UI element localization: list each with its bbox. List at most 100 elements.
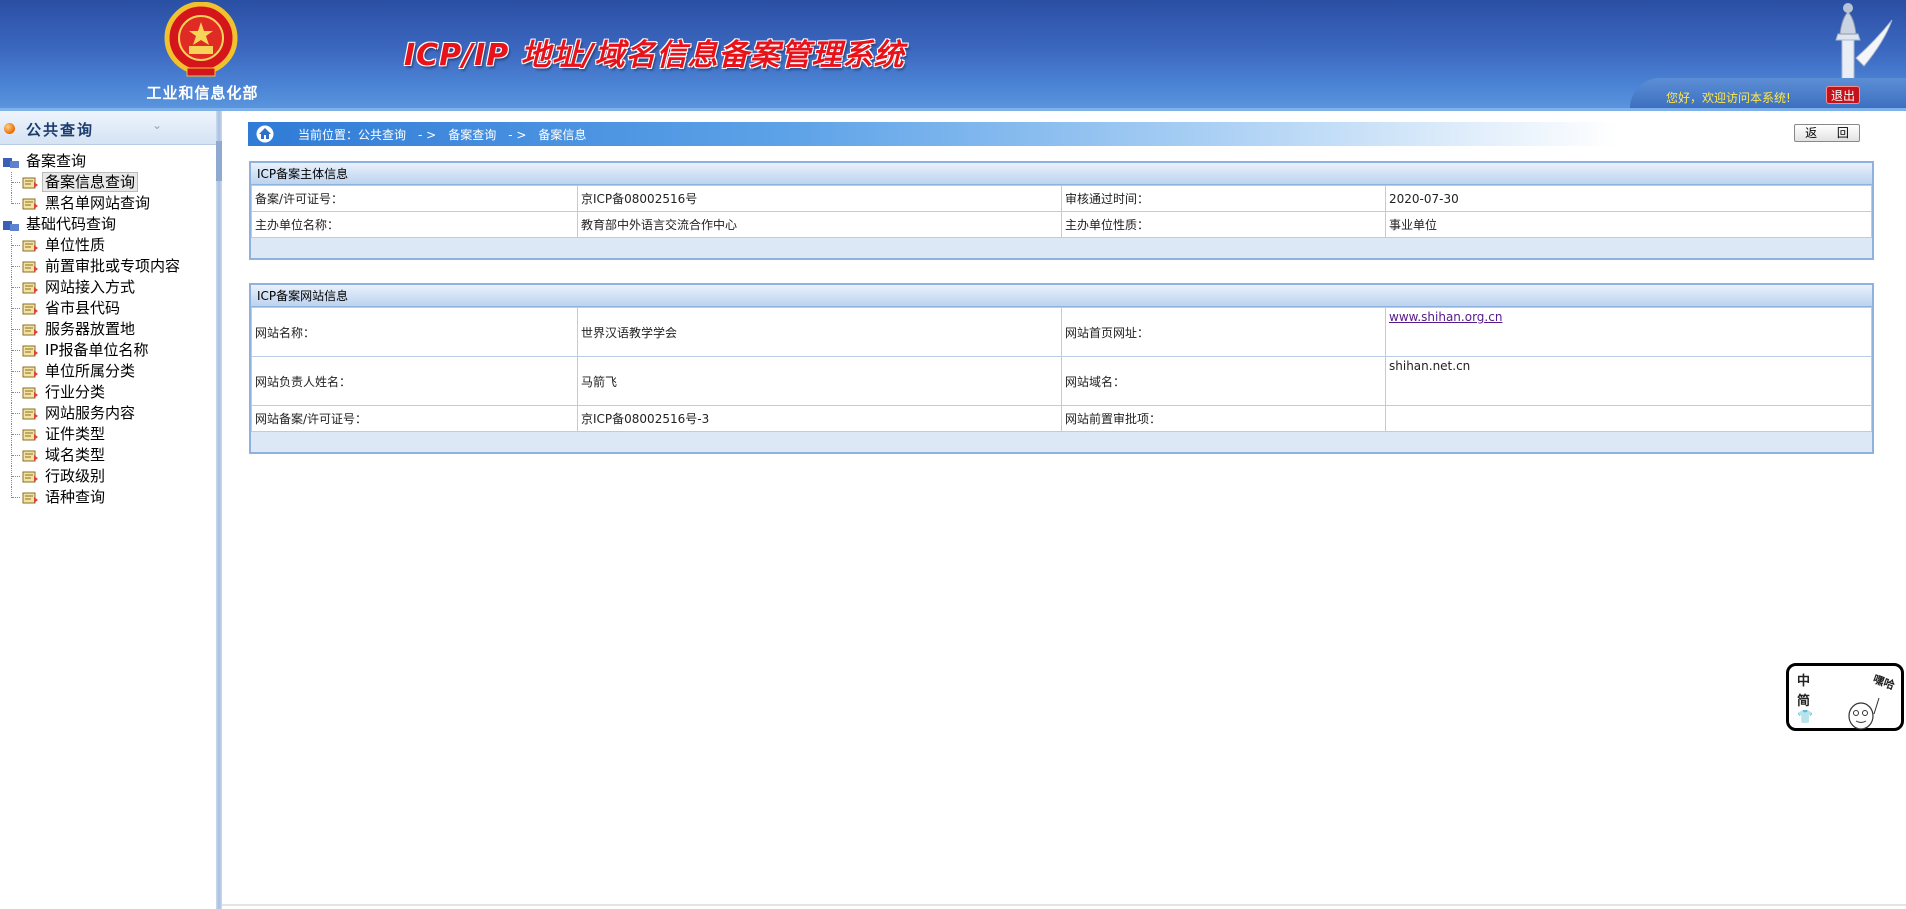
- field-label: 主办单位名称：: [251, 211, 578, 238]
- tree-item-ip-report-unit[interactable]: IP报备单位名称: [0, 340, 216, 361]
- widget-say-text: 嘿哈: [1871, 672, 1897, 693]
- tree-item-access-method[interactable]: 网站接入方式: [0, 277, 216, 298]
- field-value: 马箭飞: [577, 356, 1062, 406]
- tree-label: 省市县代码: [45, 299, 121, 317]
- tree-item-id-type[interactable]: 证件类型: [0, 424, 216, 445]
- tree-label: 语种查询: [45, 488, 106, 506]
- table-row: 主办单位名称： 教育部中外语言交流合作中心 主办单位性质： 事业单位: [251, 211, 1872, 238]
- folder-icon: [3, 221, 19, 231]
- document-icon: [22, 303, 38, 315]
- tree-folder-filing-query[interactable]: 备案查询: [0, 151, 216, 172]
- tree-label: 网站服务内容: [45, 404, 136, 422]
- field-value: 京ICP备08002516号: [577, 185, 1062, 212]
- table-row: 网站名称： 世界汉语教学学会 网站首页网址： www.shihan.org.cn: [251, 307, 1872, 357]
- tree-label: 行政级别: [45, 467, 106, 485]
- language-widget[interactable]: 中 简 👕 嘿哈: [1786, 663, 1904, 731]
- document-icon: [22, 261, 38, 273]
- tree-label: 单位性质: [45, 236, 106, 254]
- ministry-name: 工业和信息化部: [146, 84, 259, 102]
- tree-label: 域名类型: [45, 446, 106, 464]
- header-banner: 工业和信息化部 ICP/IP 地址/域名信息备案管理系统 您好，欢迎访问本系统!…: [0, 0, 1906, 111]
- field-label: 网站首页网址：: [1061, 307, 1386, 357]
- field-label: 备案/许可证号：: [251, 185, 578, 212]
- field-value: shihan.net.cn: [1385, 356, 1872, 406]
- field-value: 京ICP备08002516号-3: [577, 405, 1062, 432]
- tree-item-server-location[interactable]: 服务器放置地: [0, 319, 216, 340]
- sidebar: 公共查询 ⌄ 备案查询 备案信息查询 黑名单网站查询 基础代码查询 单位性质 前…: [0, 111, 216, 909]
- national-emblem-icon: [164, 2, 238, 77]
- tree-label: 基础代码查询: [26, 215, 117, 233]
- tree-item-domain-type[interactable]: 域名类型: [0, 445, 216, 466]
- document-icon: [22, 408, 38, 420]
- tree-label: 黑名单网站查询: [45, 194, 151, 212]
- field-value: 世界汉语教学学会: [577, 307, 1062, 357]
- tree-label: 单位所属分类: [45, 362, 136, 380]
- tree-item-blacklist-query[interactable]: 黑名单网站查询: [0, 193, 216, 214]
- field-label: 审核通过时间：: [1061, 185, 1386, 212]
- tree-label: 前置审批或专项内容: [45, 257, 181, 275]
- field-label: 网站域名：: [1061, 356, 1386, 406]
- chevron-down-icon[interactable]: ⌄: [152, 118, 168, 134]
- tree-item-unit-category[interactable]: 单位所属分类: [0, 361, 216, 382]
- nav-tree: 备案查询 备案信息查询 黑名单网站查询 基础代码查询 单位性质 前置审批或专项内…: [0, 151, 216, 508]
- document-icon: [22, 324, 38, 336]
- breadcrumb: 当前位置：公共查询 - > 备案查询 - > 备案信息: [248, 122, 1618, 146]
- bottom-divider: [222, 904, 1906, 906]
- system-title: ICP/IP 地址/域名信息备案管理系统: [404, 38, 905, 73]
- widget-zh-label[interactable]: 中: [1797, 670, 1810, 689]
- shirt-icon[interactable]: 👕: [1797, 710, 1813, 725]
- tree-item-pre-approval[interactable]: 前置审批或专项内容: [0, 256, 216, 277]
- subject-table: 备案/许可证号： 京ICP备08002516号 审核通过时间： 2020-07-…: [251, 185, 1872, 238]
- tree-label: 服务器放置地: [45, 320, 136, 338]
- main-content: 当前位置：公共查询 - > 备案查询 - > 备案信息 返 回 ICP备案主体信…: [222, 111, 1906, 909]
- field-value: [1385, 405, 1872, 432]
- tree-item-admin-level[interactable]: 行政级别: [0, 466, 216, 487]
- tree-label: 备案查询: [26, 152, 87, 170]
- panel-title: ICP备案主体信息: [251, 163, 1872, 185]
- field-value: www.shihan.org.cn: [1385, 307, 1872, 357]
- field-value: 事业单位: [1385, 211, 1872, 238]
- tree-item-region-code[interactable]: 省市县代码: [0, 298, 216, 319]
- document-icon: [22, 177, 38, 189]
- icp-site-panel: ICP备案网站信息 网站名称： 世界汉语教学学会 网站首页网址： www.shi…: [249, 283, 1874, 454]
- table-row: 网站负责人姓名： 马箭飞 网站域名： shihan.net.cn: [251, 356, 1872, 406]
- tree-item-service-content[interactable]: 网站服务内容: [0, 403, 216, 424]
- tree-label: 行业分类: [45, 383, 106, 401]
- field-label: 主办单位性质：: [1061, 211, 1386, 238]
- mascot-face-icon: [1848, 697, 1880, 730]
- logout-button[interactable]: 退出: [1826, 86, 1860, 104]
- document-icon: [22, 282, 38, 294]
- homepage-url-link[interactable]: www.shihan.org.cn: [1389, 310, 1502, 324]
- panel-title: ICP备案网站信息: [251, 285, 1872, 307]
- table-row: 备案/许可证号： 京ICP备08002516号 审核通过时间： 2020-07-…: [251, 185, 1872, 212]
- folder-icon: [3, 158, 19, 168]
- field-label: 网站负责人姓名：: [251, 356, 578, 406]
- field-label: 网站前置审批项：: [1061, 405, 1386, 432]
- document-icon: [22, 240, 38, 252]
- document-icon: [22, 366, 38, 378]
- field-label: 网站备案/许可证号：: [251, 405, 578, 432]
- sidebar-header[interactable]: 公共查询 ⌄: [0, 111, 216, 145]
- tree-item-industry[interactable]: 行业分类: [0, 382, 216, 403]
- site-table: 网站名称： 世界汉语教学学会 网站首页网址： www.shihan.org.cn…: [251, 307, 1872, 432]
- tree-item-unit-nature[interactable]: 单位性质: [0, 235, 216, 256]
- field-value: 教育部中外语言交流合作中心: [577, 211, 1062, 238]
- sidebar-title: 公共查询: [26, 121, 95, 139]
- back-button[interactable]: 返 回: [1794, 124, 1860, 142]
- breadcrumb-text: 当前位置：公共查询 - > 备案查询 - > 备案信息: [298, 128, 587, 142]
- document-icon: [22, 450, 38, 462]
- tree-folder-base-code-query[interactable]: 基础代码查询: [0, 214, 216, 235]
- icp-subject-panel: ICP备案主体信息 备案/许可证号： 京ICP备08002516号 审核通过时间…: [249, 161, 1874, 260]
- document-icon: [22, 387, 38, 399]
- widget-simplified-label[interactable]: 简: [1797, 690, 1810, 709]
- field-label: 网站名称：: [251, 307, 578, 357]
- welcome-text: 您好，欢迎访问本系统!: [1666, 91, 1791, 105]
- panel-footer: [251, 432, 1872, 452]
- tree-item-filing-info-query[interactable]: 备案信息查询: [0, 172, 216, 193]
- tree-label: 证件类型: [45, 425, 106, 443]
- home-icon[interactable]: [256, 125, 274, 143]
- tree-item-language-query[interactable]: 语种查询: [0, 487, 216, 508]
- orange-dot-icon: [4, 123, 15, 134]
- document-icon: [22, 198, 38, 210]
- field-value: 2020-07-30: [1385, 185, 1872, 212]
